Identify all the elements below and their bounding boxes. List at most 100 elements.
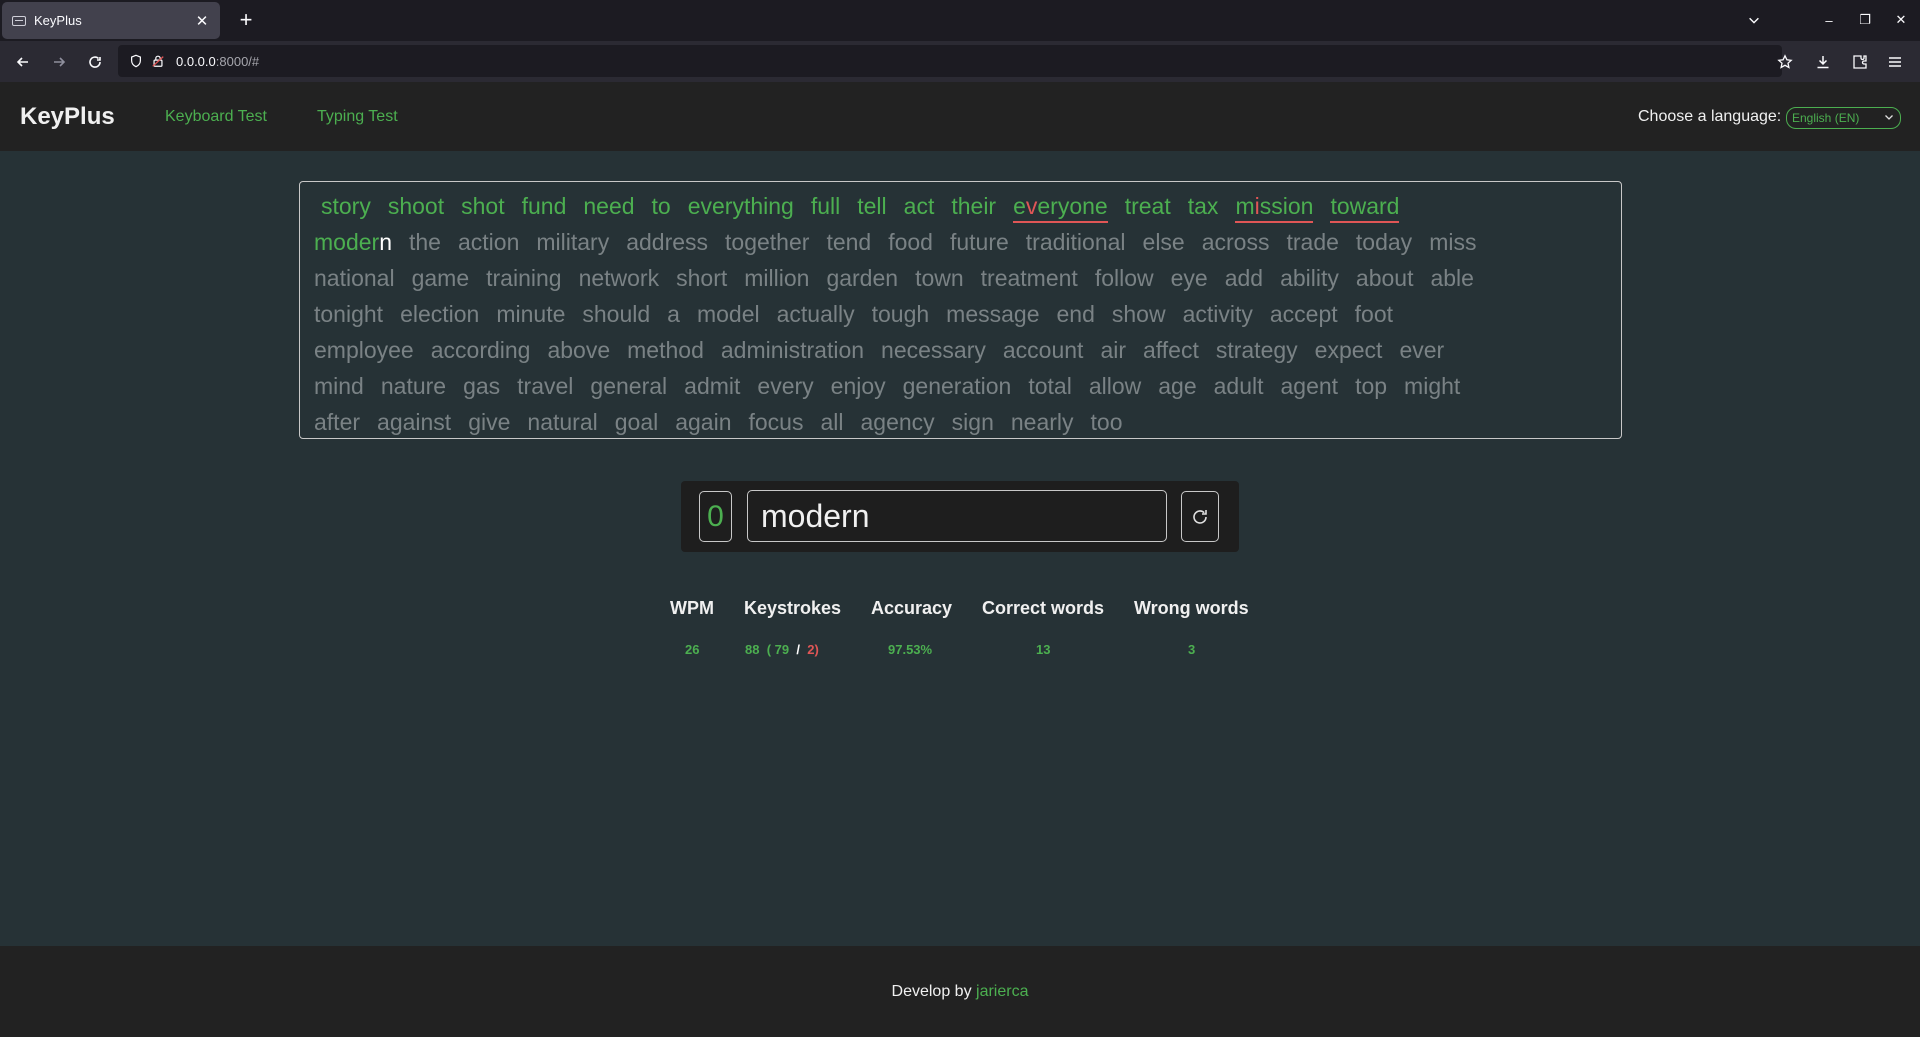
word-pending: foot <box>1354 301 1394 327</box>
url-text: 0.0.0.0:8000/# <box>176 53 260 69</box>
word-pending: too <box>1090 409 1123 435</box>
close-window-icon[interactable]: ✕ <box>1889 8 1913 32</box>
word-pending: election <box>400 301 480 327</box>
word-pending: today <box>1355 229 1413 255</box>
word-pending: strategy <box>1215 337 1298 363</box>
timer: 0 <box>699 491 732 542</box>
stat-accuracy: 97.53% <box>888 642 933 657</box>
footer: Develop by jarierca <box>0 946 1920 1037</box>
word-pending: focus <box>748 409 804 435</box>
word-correct: shoot <box>387 193 445 219</box>
stat-wrong-words: 3 <box>1188 642 1196 657</box>
reset-button[interactable] <box>1181 491 1219 542</box>
close-icon[interactable]: ✕ <box>194 12 210 30</box>
nav-keyboard-test[interactable]: Keyboard Test <box>165 108 267 126</box>
language-label: Choose a language: <box>1638 108 1782 125</box>
back-icon[interactable] <box>10 49 36 75</box>
word-pending: total <box>1028 373 1072 399</box>
word-pending: end <box>1056 301 1095 327</box>
restore-icon[interactable]: ❐ <box>1853 8 1877 32</box>
word-pending: air <box>1100 337 1126 363</box>
chevron-down-icon <box>1885 115 1893 120</box>
word-pending: again <box>675 409 732 435</box>
word-pending: training <box>486 265 562 291</box>
word-pending: garden <box>826 265 899 291</box>
word-pending: trade <box>1286 229 1339 255</box>
lock-icon[interactable] <box>150 53 166 69</box>
word-correct: shot <box>461 193 505 219</box>
word-pending: according <box>430 337 531 363</box>
word-pending: general <box>590 373 668 399</box>
word-pending: else <box>1142 229 1185 255</box>
word-line: tonight election minute should a model actuall… <box>314 296 1621 332</box>
word-line: story shoot shot fund need to everything full te… <box>314 188 1621 224</box>
word-pending: affect <box>1143 337 1199 363</box>
word-pending: tend <box>826 229 872 255</box>
brand-logo[interactable]: KeyPlus <box>20 103 115 131</box>
word-pending: enjoy <box>830 373 886 399</box>
word-pending: together <box>725 229 810 255</box>
keyboard-icon <box>12 15 26 26</box>
footer-credit: Develop by jarierca <box>891 983 1029 1000</box>
word-pending: across <box>1201 229 1270 255</box>
word-pending: necessary <box>881 337 986 363</box>
word-pending: top <box>1355 373 1388 399</box>
word-pending: adult <box>1213 373 1264 399</box>
stat-header-wpm: WPM <box>670 598 714 618</box>
stat-header-accuracy: Accuracy <box>871 598 953 618</box>
word-pending: admit <box>684 373 741 399</box>
word-pending: minute <box>496 301 566 327</box>
word-pending: game <box>411 265 470 291</box>
word-pending: employee <box>314 337 414 363</box>
url-bar[interactable]: 0.0.0.0:8000/# <box>118 45 1782 77</box>
word-pending: above <box>547 337 611 363</box>
word-pending: short <box>676 265 728 291</box>
word-line: modern the action military address together te… <box>314 224 1621 260</box>
word-line: employee according above method administrati… <box>314 332 1621 368</box>
word-pending: travel <box>517 373 574 399</box>
stat-header-wrong-words: Wrong words <box>1134 598 1249 618</box>
word-pending: all <box>820 409 844 435</box>
word-correct: need <box>583 193 635 219</box>
word-pending: eye <box>1170 265 1208 291</box>
tab-title: KeyPlus <box>34 13 82 28</box>
app-header: KeyPlus Keyboard Test Typing Test Choose… <box>0 82 1920 151</box>
stat-wpm: 26 <box>685 642 700 657</box>
typing-controls: 0 <box>681 481 1239 552</box>
word-correct: tell <box>857 193 887 219</box>
word-pending: mind <box>314 373 364 399</box>
download-icon[interactable] <box>1810 49 1836 75</box>
word-pending: sign <box>951 409 994 435</box>
word-pending: town <box>915 265 964 291</box>
browser-tab[interactable]: KeyPlus ✕ <box>2 2 220 39</box>
bookmark-star-icon[interactable] <box>1772 49 1798 75</box>
extensions-icon[interactable] <box>1847 49 1873 75</box>
reload-icon[interactable] <box>82 49 108 75</box>
language-select[interactable]: English (EN) <box>1786 107 1901 129</box>
menu-icon[interactable] <box>1882 49 1908 75</box>
word-pending: generation <box>902 373 1012 399</box>
word-correct: story <box>321 193 371 219</box>
new-tab-button[interactable]: + <box>232 6 260 34</box>
browser-tab-bar: KeyPlus ✕ + – ❐ ✕ <box>0 0 1920 41</box>
word-pending: might <box>1404 373 1461 399</box>
word-pending: administration <box>720 337 865 363</box>
chevron-down-icon[interactable] <box>1744 8 1764 32</box>
word-line: national game training network short million g… <box>314 260 1621 296</box>
word-current: modern <box>314 229 392 255</box>
word-pending: give <box>468 409 511 435</box>
word-correct: to <box>651 193 671 219</box>
word-wrong: everyone <box>1013 191 1108 223</box>
forward-icon[interactable] <box>46 49 72 75</box>
word-wrong: toward <box>1330 191 1400 223</box>
minimize-icon[interactable]: – <box>1817 8 1841 32</box>
typing-input[interactable] <box>747 490 1167 542</box>
word-pending: the <box>409 229 441 255</box>
author-link[interactable]: jarierca <box>976 983 1028 1000</box>
nav-typing-test[interactable]: Typing Test <box>317 108 398 126</box>
word-pending: follow <box>1094 265 1154 291</box>
word-correct: fund <box>521 193 567 219</box>
word-pending: every <box>757 373 814 399</box>
word-correct: act <box>903 193 935 219</box>
shield-icon[interactable] <box>128 53 144 69</box>
